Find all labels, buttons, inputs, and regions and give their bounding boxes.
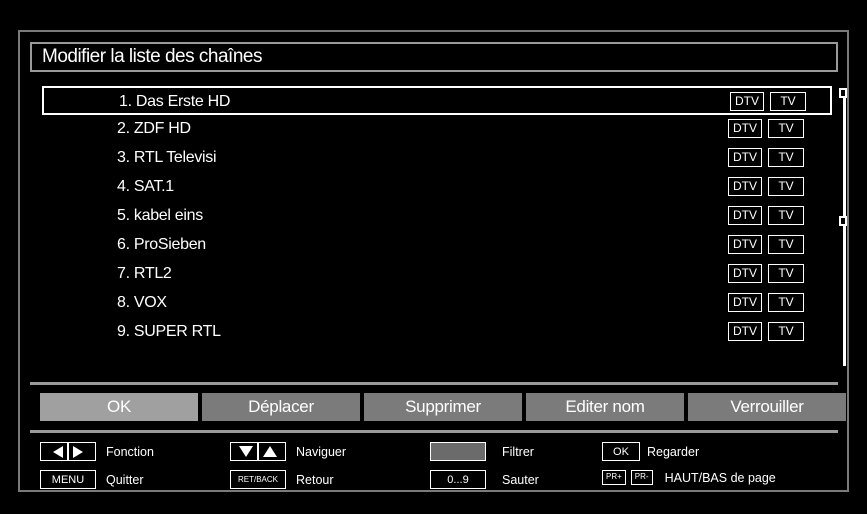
channel-row[interactable]: 1. Das Erste HD DTV TV [42, 86, 832, 115]
ret-back-key: RET/BACK [230, 470, 286, 489]
channel-row[interactable]: 9. SUPER RTL DTV TV [42, 318, 832, 347]
help-return: RET/BACK Retour [230, 470, 334, 489]
tv-badge: TV [768, 235, 804, 254]
channel-name: 1. Das Erste HD [119, 93, 231, 110]
help-watch-label: Regarder [647, 444, 700, 459]
channel-name: 8. VOX [117, 294, 167, 311]
left-right-key [40, 442, 96, 461]
help-page: PR+ PR- HAUT/BAS de page [602, 470, 776, 485]
ok-button[interactable]: OK [40, 393, 198, 421]
dtv-badge: DTV [728, 293, 762, 312]
lock-button[interactable]: Verrouiller [688, 393, 846, 421]
help-watch: OK Regarder [602, 442, 699, 461]
grey-key [430, 442, 486, 461]
channel-name: 4. SAT.1 [117, 178, 174, 195]
channel-name: 5. kabel eins [117, 207, 203, 224]
help-function-label: Fonction [106, 444, 154, 459]
ok-key: OK [602, 442, 640, 461]
help-navigate: Naviguer [230, 442, 346, 461]
channel-row[interactable]: 3. RTL Televisi DTV TV [42, 144, 832, 173]
tv-badge: TV [768, 293, 804, 312]
dtv-badge: DTV [728, 177, 762, 196]
tv-badge: TV [768, 206, 804, 225]
dialog-title: Modifier la liste des chaînes [30, 42, 838, 72]
channel-row[interactable]: 4. SAT.1 DTV TV [42, 173, 832, 202]
up-arrow-icon [262, 446, 277, 457]
digits-key: 0...9 [430, 470, 486, 489]
tv-badge: TV [768, 264, 804, 283]
channel-name: 2. ZDF HD [117, 120, 191, 137]
key-help: Fonction Naviguer Filtrer OK Regarder ME… [40, 442, 848, 492]
pr-minus-key: PR- [630, 470, 653, 485]
down-arrow-icon [239, 446, 254, 457]
edit-name-button[interactable]: Editer nom [526, 393, 684, 421]
help-filter-label: Filtrer [502, 444, 534, 459]
help-navigate-label: Naviguer [296, 444, 347, 459]
menu-key: MENU [40, 470, 96, 489]
tv-badge: TV [768, 322, 804, 341]
dtv-badge: DTV [728, 235, 762, 254]
channel-name: 3. RTL Televisi [117, 149, 217, 166]
channel-row[interactable]: 7. RTL2 DTV TV [42, 260, 832, 289]
scrollbar-top-marker [839, 88, 847, 98]
channel-row[interactable]: 6. ProSieben DTV TV [42, 231, 832, 260]
help-function: Fonction [40, 442, 154, 461]
channel-row[interactable]: 8. VOX DTV TV [42, 289, 832, 318]
scrollbar-track [843, 96, 846, 366]
divider [30, 382, 838, 385]
dtv-badge: DTV [728, 119, 762, 138]
dtv-badge: DTV [730, 92, 764, 111]
channel-row[interactable]: 2. ZDF HD DTV TV [42, 115, 832, 144]
channel-name: 6. ProSieben [117, 236, 206, 253]
right-arrow-icon [72, 445, 83, 458]
dtv-badge: DTV [728, 148, 762, 167]
tv-badge: TV [768, 119, 804, 138]
dtv-badge: DTV [728, 206, 762, 225]
help-jump: 0...9 Sauter [430, 470, 539, 489]
pr-plus-key: PR+ [602, 470, 626, 485]
help-quit: MENU Quitter [40, 470, 144, 489]
help-quit-label: Quitter [106, 472, 144, 487]
tv-badge: TV [768, 177, 804, 196]
channel-name: 7. RTL2 [117, 265, 172, 282]
tv-badge: TV [768, 148, 804, 167]
help-page-label: HAUT/BAS de page [664, 470, 776, 485]
action-bar: OK Déplacer Supprimer Editer nom Verroui… [40, 393, 848, 423]
tv-badge: TV [770, 92, 806, 111]
help-filter: Filtrer [430, 442, 534, 461]
channel-edit-dialog: Modifier la liste des chaînes 1. Das Ers… [18, 30, 849, 492]
left-arrow-icon [53, 445, 64, 458]
list-scrollbar[interactable] [838, 88, 852, 370]
channel-name: 9. SUPER RTL [117, 323, 221, 340]
move-button[interactable]: Déplacer [202, 393, 360, 421]
channel-row[interactable]: 5. kabel eins DTV TV [42, 202, 832, 231]
delete-button[interactable]: Supprimer [364, 393, 522, 421]
dtv-badge: DTV [728, 264, 762, 283]
scrollbar-thumb[interactable] [839, 216, 847, 226]
channel-list: 1. Das Erste HD DTV TV 2. ZDF HD DTV TV … [42, 86, 832, 347]
dtv-badge: DTV [728, 322, 762, 341]
divider [30, 430, 838, 433]
help-return-label: Retour [296, 472, 334, 487]
up-down-key [230, 442, 286, 461]
help-jump-label: Sauter [502, 472, 539, 487]
